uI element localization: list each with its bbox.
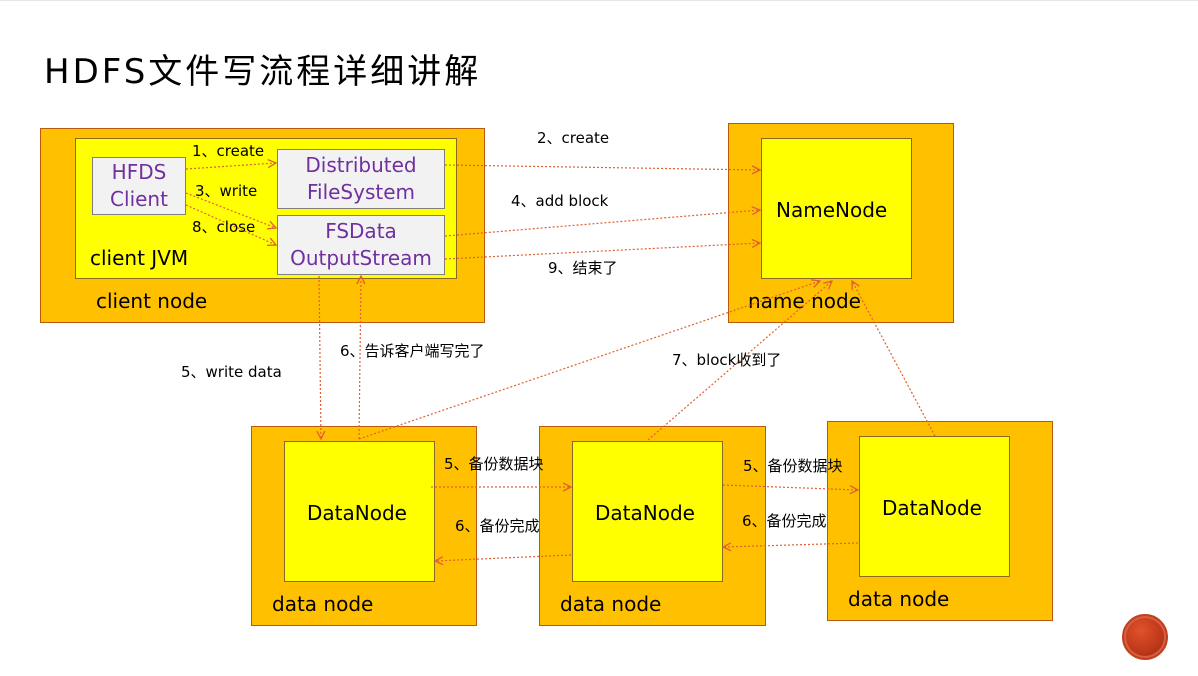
label-6-backup-done-b: 6、备份完成 (742, 512, 827, 530)
arrow-7-dn3-to-namenode (852, 281, 936, 437)
label-2-create: 2、create (537, 129, 610, 147)
arrow-9-done (444, 243, 760, 260)
label-7-block-received: 7、block收到了 (672, 351, 782, 369)
label-5-backup-b: 5、备份数据块 (743, 457, 843, 475)
arrow-5-backup-dn2-dn3 (722, 484, 858, 490)
label-6-tell-client: 6、告诉客户端写完了 (340, 342, 485, 360)
label-3-write: 3、write (195, 182, 258, 200)
label-9-done: 9、结束了 (548, 259, 618, 277)
label-6-backup-done-a: 6、备份完成 (455, 517, 540, 535)
arrow-2-create (444, 164, 760, 170)
label-5-write-data: 5、write data (181, 363, 282, 381)
arrow-5-write-data (319, 275, 321, 439)
arrow-6-done-dn2-dn1 (435, 554, 572, 561)
label-1-create: 1、create (192, 142, 265, 160)
arrow-6-done-dn3-dn2 (723, 543, 859, 547)
arrows-layer (185, 0, 936, 676)
label-5-backup-a: 5、备份数据块 (444, 455, 544, 473)
arrow-4-add-block (444, 210, 760, 237)
label-8-close: 8、close (192, 218, 256, 236)
label-4-add-block: 4、add block (511, 192, 609, 210)
logo-circle-icon (1122, 614, 1168, 660)
arrow-1-create (185, 163, 276, 170)
